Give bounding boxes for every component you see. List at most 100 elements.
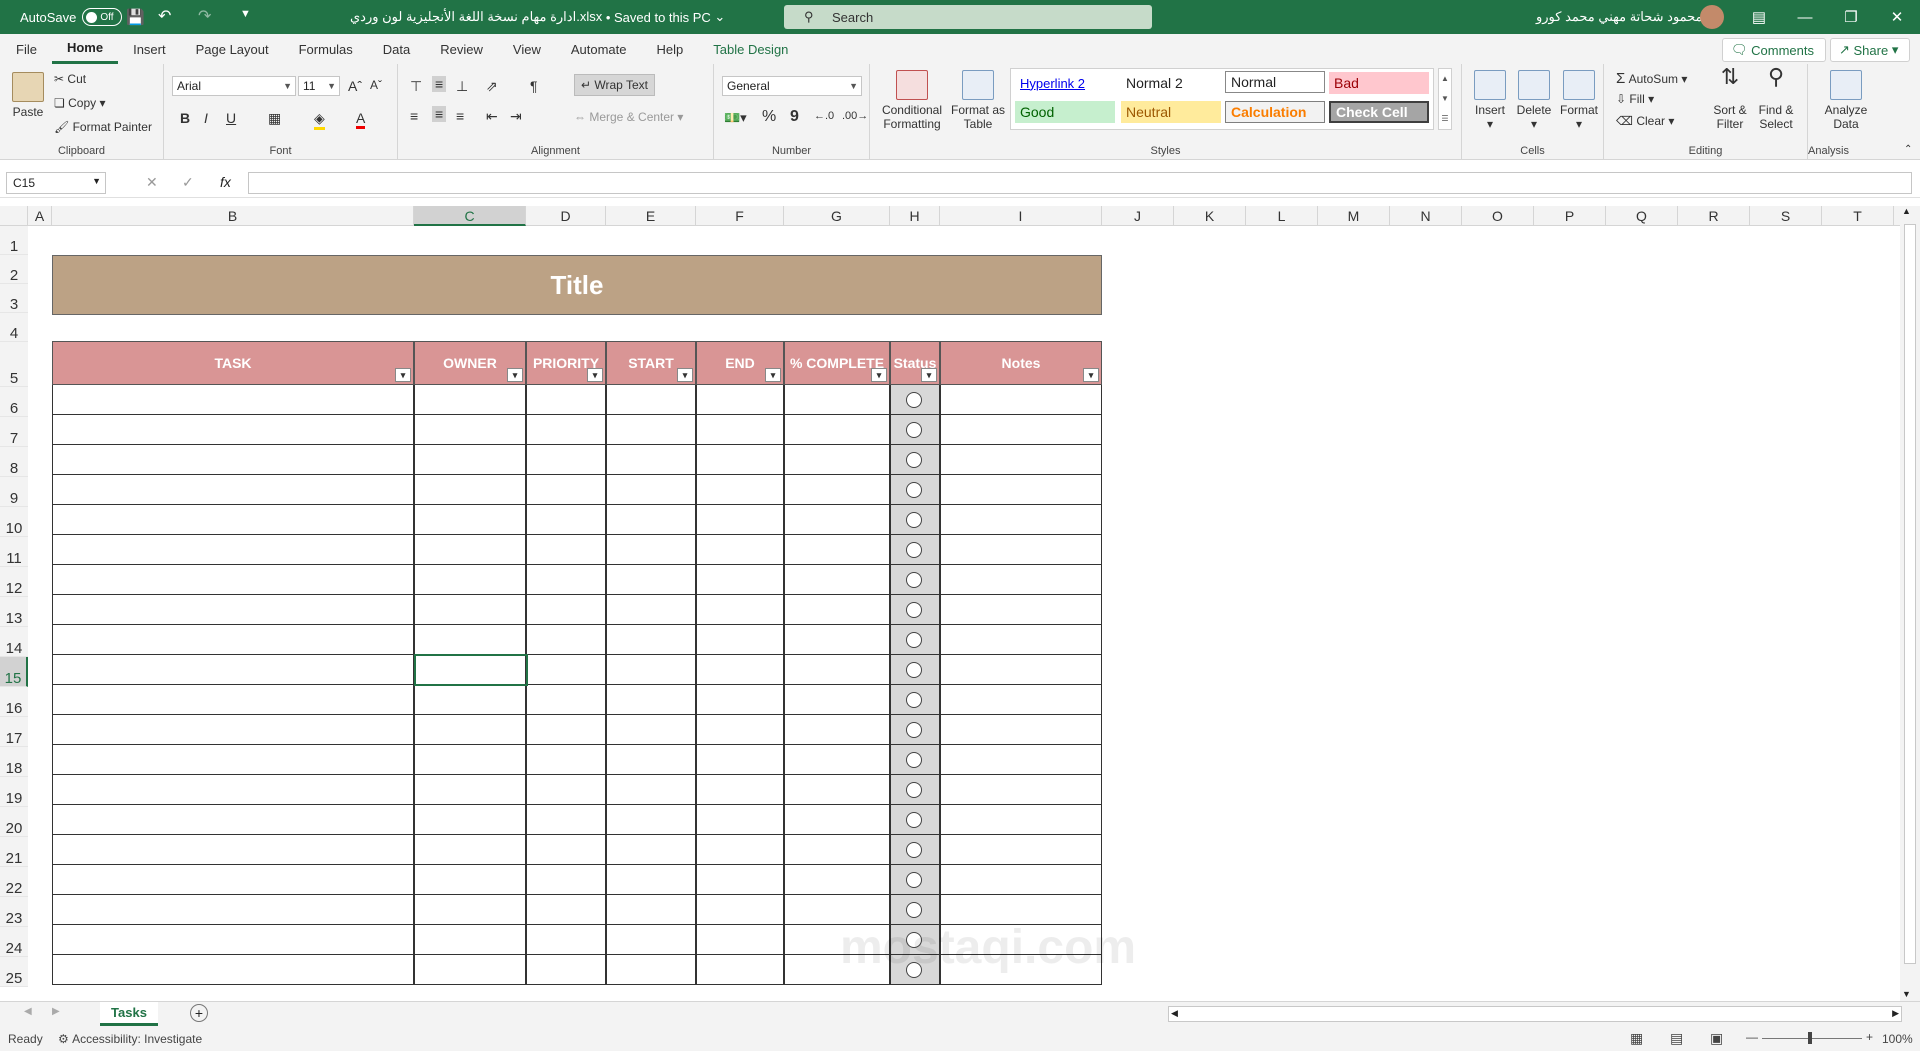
table-cell-notes[interactable] [940, 385, 1102, 415]
table-cell-priority[interactable] [526, 565, 606, 595]
table-cell-owner[interactable] [414, 535, 526, 565]
number-format-select[interactable]: General ▼ [722, 76, 862, 96]
close-icon[interactable]: ✕ [1874, 0, 1920, 34]
table-cell-owner[interactable] [414, 865, 526, 895]
row-header-5[interactable]: 5 [0, 342, 28, 387]
sort-filter-button[interactable]: ⇅ Sort & Filter [1708, 66, 1752, 132]
scroll-thumb[interactable] [1904, 224, 1916, 964]
row-header-2[interactable]: 2 [0, 255, 28, 284]
tab-data[interactable]: Data [368, 34, 425, 64]
table-cell-end[interactable] [696, 475, 784, 505]
collapse-ribbon-icon[interactable]: ⌃ [1904, 144, 1912, 155]
table-cell-start[interactable] [606, 775, 696, 805]
style-normal-2[interactable]: Normal 2 [1121, 72, 1221, 94]
increase-font-icon[interactable]: Aˆ [348, 78, 362, 94]
table-cell-percent-complete[interactable] [784, 505, 890, 535]
table-cell-priority[interactable] [526, 535, 606, 565]
table-cell-task[interactable] [52, 655, 414, 685]
tab-automate[interactable]: Automate [556, 34, 642, 64]
borders-icon[interactable]: ▦ [268, 110, 281, 127]
table-cell-task[interactable] [52, 775, 414, 805]
header-owner[interactable]: OWNER ▾ [414, 341, 526, 385]
align-middle-icon[interactable]: ≡ [432, 76, 447, 92]
table-cell-start[interactable] [606, 895, 696, 925]
status-circle-icon[interactable] [906, 392, 922, 408]
tab-table-design[interactable]: Table Design [698, 34, 803, 64]
scroll-up-icon[interactable]: ▲ [1902, 206, 1911, 216]
table-cell-task[interactable] [52, 745, 414, 775]
table-cell-priority[interactable] [526, 775, 606, 805]
table-cell-notes[interactable] [940, 655, 1102, 685]
table-cell-task[interactable] [52, 475, 414, 505]
status-cell[interactable] [890, 505, 940, 535]
table-cell-end[interactable] [696, 415, 784, 445]
enter-icon[interactable]: ✓ [182, 174, 194, 191]
redo-icon[interactable]: ↷ [198, 6, 211, 26]
status-circle-icon[interactable] [906, 782, 922, 798]
table-cell-percent-complete[interactable] [784, 475, 890, 505]
clear-button[interactable]: ⌫ Clear ▾ [1616, 114, 1674, 128]
header-task[interactable]: TASK ▾ [52, 341, 414, 385]
row-header-12[interactable]: 12 [0, 567, 28, 597]
customize-toolbar-icon[interactable]: ▼ [240, 8, 251, 20]
status-cell[interactable] [890, 655, 940, 685]
style-good[interactable]: Good [1015, 101, 1115, 123]
row-header-23[interactable]: 23 [0, 897, 28, 927]
style-neutral[interactable]: Neutral [1121, 101, 1221, 123]
filter-dropdown-icon[interactable]: ▾ [765, 368, 781, 382]
table-cell-end[interactable] [696, 625, 784, 655]
next-sheet-icon[interactable]: ▶ [52, 1006, 60, 1017]
style-normal[interactable]: Normal [1225, 71, 1325, 93]
table-cell-end[interactable] [696, 925, 784, 955]
table-cell-notes[interactable] [940, 415, 1102, 445]
table-cell-percent-complete[interactable] [784, 415, 890, 445]
col-o[interactable]: O [1462, 206, 1534, 226]
table-cell-percent-complete[interactable] [784, 445, 890, 475]
col-b[interactable]: B [52, 206, 414, 226]
comments-button[interactable]: 🗨 Comments [1722, 38, 1826, 62]
table-cell-owner[interactable] [414, 565, 526, 595]
delete-cells-button[interactable]: Delete ▾ [1514, 70, 1554, 131]
row-header-13[interactable]: 13 [0, 597, 28, 627]
table-cell-start[interactable] [606, 955, 696, 985]
underline-button[interactable]: U [226, 110, 236, 126]
conditional-formatting-button[interactable]: Conditional Formatting [878, 70, 946, 131]
avatar[interactable] [1700, 5, 1724, 29]
table-cell-priority[interactable] [526, 715, 606, 745]
table-cell-end[interactable] [696, 565, 784, 595]
table-cell-task[interactable] [52, 445, 414, 475]
table-cell-end[interactable] [696, 685, 784, 715]
table-cell-task[interactable] [52, 385, 414, 415]
status-cell[interactable] [890, 865, 940, 895]
table-cell-priority[interactable] [526, 895, 606, 925]
decrease-indent-icon[interactable]: ⇤ [486, 108, 498, 125]
row-header-19[interactable]: 19 [0, 777, 28, 807]
table-cell-owner[interactable] [414, 595, 526, 625]
row-header-25[interactable]: 25 [0, 957, 28, 987]
increase-indent-icon[interactable]: ⇥ [510, 108, 522, 125]
wrap-text-button[interactable]: ↵ Wrap Text [574, 74, 655, 96]
zoom-level[interactable]: 100% [1882, 1032, 1913, 1046]
currency-icon[interactable]: 💵▾ [724, 110, 747, 126]
table-cell-notes[interactable] [940, 445, 1102, 475]
table-cell-notes[interactable] [940, 475, 1102, 505]
table-cell-end[interactable] [696, 745, 784, 775]
find-select-button[interactable]: ⚲ Find & Select [1752, 66, 1800, 132]
table-cell-owner[interactable] [414, 445, 526, 475]
table-cell-start[interactable] [606, 715, 696, 745]
zoom-in-icon[interactable]: + [1866, 1030, 1873, 1044]
table-cell-owner[interactable] [414, 505, 526, 535]
table-cell-end[interactable] [696, 505, 784, 535]
header-start[interactable]: START ▾ [606, 341, 696, 385]
status-circle-icon[interactable] [906, 902, 922, 918]
col-g[interactable]: G [784, 206, 890, 226]
col-j[interactable]: J [1102, 206, 1174, 226]
table-cell-priority[interactable] [526, 955, 606, 985]
status-circle-icon[interactable] [906, 692, 922, 708]
table-cell-task[interactable] [52, 865, 414, 895]
zoom-slider[interactable] [1762, 1038, 1862, 1039]
table-cell-percent-complete[interactable] [784, 565, 890, 595]
font-name-select[interactable]: Arial ▼ [172, 76, 296, 96]
style-calculation[interactable]: Calculation [1225, 101, 1325, 123]
table-cell-start[interactable] [606, 865, 696, 895]
